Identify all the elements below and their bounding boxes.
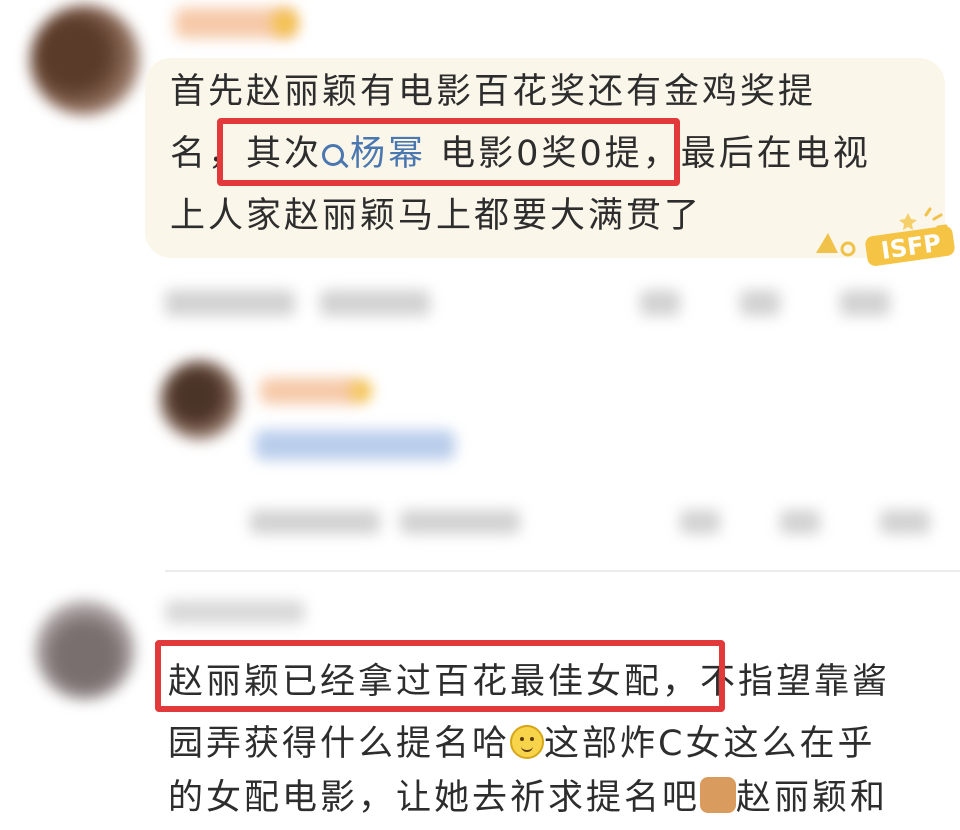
commenter-avatar[interactable]	[30, 5, 140, 115]
reply-location	[400, 510, 520, 534]
comment-text-line: 首先赵丽颖有电影百花奖还有金鸡奖提	[170, 60, 816, 124]
smile-emoji-icon	[510, 725, 545, 759]
reply-author-name[interactable]	[260, 378, 360, 404]
comment-text: 上人家赵丽颖马上都要大满贯了	[170, 196, 703, 236]
commenter-avatar[interactable]	[35, 600, 135, 700]
commenter-name[interactable]	[165, 600, 305, 624]
share-button[interactable]	[640, 290, 680, 316]
like-button[interactable]	[840, 290, 890, 316]
comment-timestamp	[165, 290, 295, 316]
personality-badge-icon: ISFP	[816, 207, 955, 266]
reply-text	[255, 430, 455, 460]
reply-button[interactable]	[740, 290, 780, 316]
vip-badge-icon	[272, 10, 298, 36]
divider	[165, 570, 960, 572]
comment-text: 赵丽颖和	[736, 778, 889, 818]
like-button[interactable]	[880, 510, 930, 534]
comment-text: 园弄获得什么提名哈	[168, 724, 511, 764]
reply-button[interactable]	[780, 510, 820, 534]
comment-text-line: 上人家赵丽颖马上都要大满贯了	[170, 184, 702, 248]
highlight-box	[155, 640, 725, 712]
comment-location	[320, 290, 430, 316]
comment-text-line: 的女配电影，让她去祈求提名吧 赵丽颖和	[168, 766, 888, 830]
comment-text: 不指望靠酱	[700, 662, 891, 702]
comment-text: 首先赵丽颖有电影百花奖还有金鸡奖提	[170, 72, 817, 112]
share-button[interactable]	[680, 510, 720, 534]
reply-avatar[interactable]	[160, 360, 240, 440]
comment-text: 最后在电视	[680, 134, 871, 174]
highlight-box	[217, 118, 680, 186]
comment-text: 这部炸C女这么在乎	[544, 724, 876, 764]
reply-timestamp	[250, 510, 380, 534]
cat-emoji-icon	[700, 777, 737, 813]
comment-text: 的女配电影，让她去祈求提名吧	[168, 778, 701, 818]
vip-badge-icon	[350, 380, 372, 402]
